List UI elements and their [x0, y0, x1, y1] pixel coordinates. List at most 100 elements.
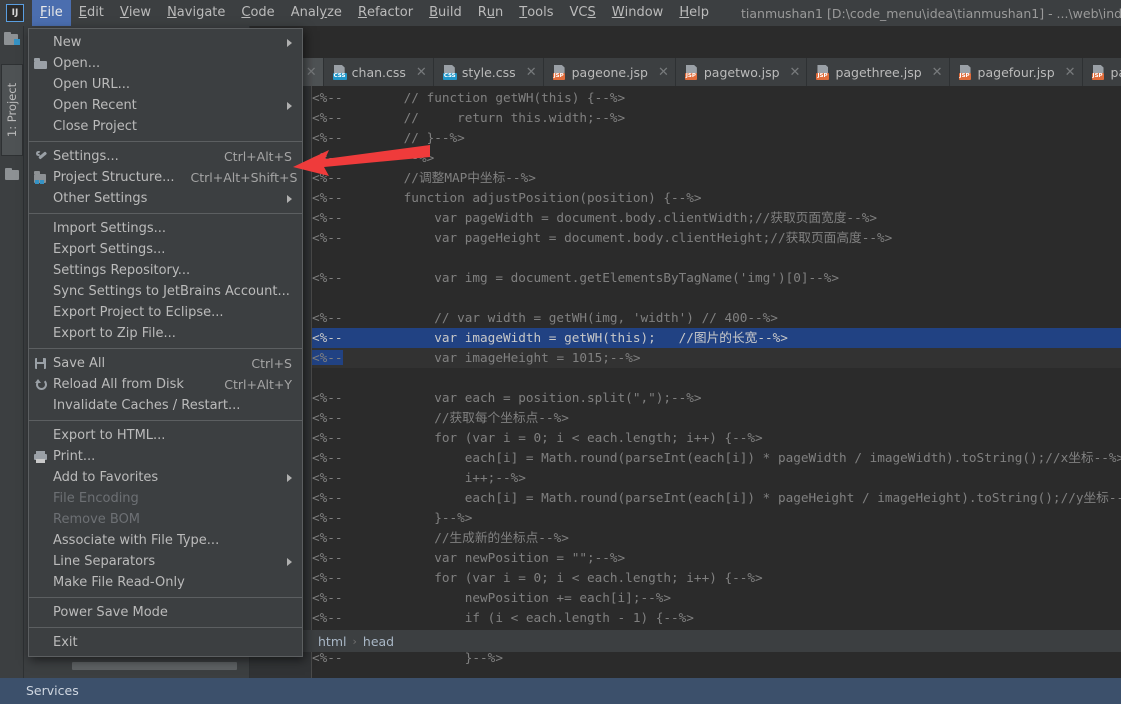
sidebar-item-project[interactable]: 1: Project [1, 64, 23, 156]
menu-bar-item-navigate[interactable]: Navigate [159, 0, 233, 26]
file-menu-item-new[interactable]: New [29, 32, 302, 53]
scrollbar-thumb[interactable] [72, 662, 237, 670]
code-line[interactable]: <%-- // return this.width;--%> [312, 108, 625, 128]
file-menu-item-sync-settings-to-jetbrains-account[interactable]: Sync Settings to JetBrains Account... [29, 281, 302, 302]
menu-bar-item-build[interactable]: Build [421, 0, 470, 26]
file-menu-item-label: Open Recent [53, 98, 137, 113]
code-line[interactable]: <%-- each[i] = Math.round(parseInt(each[… [312, 488, 1121, 508]
code-line[interactable]: <%-- i++;--%> [312, 468, 526, 488]
code-line[interactable]: <%-- for (var i = 0; i < each.length; i+… [312, 428, 763, 448]
file-menu-item-exit[interactable]: Exit [29, 632, 302, 653]
reload-icon [33, 378, 49, 392]
code-line[interactable]: <%-- --%> [312, 148, 434, 168]
code-line[interactable]: <%-- if (i < each.length - 1) {--%> [312, 608, 694, 628]
file-menu-item-settings[interactable]: Settings... Ctrl+Alt+S [29, 146, 302, 167]
menu-bar-item-refactor[interactable]: Refactor [350, 0, 421, 26]
code-line[interactable]: <%-- // }--%> [312, 128, 465, 148]
file-menu-item-open[interactable]: Open... [29, 53, 302, 74]
file-menu-item-open-recent[interactable]: Open Recent [29, 95, 302, 116]
close-icon[interactable]: ✕ [416, 66, 427, 79]
file-menu-item-other-settings[interactable]: Other Settings [29, 188, 302, 209]
code-line[interactable]: <%-- var each = position.split(",");--%> [312, 388, 702, 408]
file-menu-item-label: New [53, 35, 82, 50]
file-menu-item-open-url[interactable]: Open URL... [29, 74, 302, 95]
code-editor[interactable]: 71 72 73 <%-- // function getWH(this) {-… [250, 86, 1121, 690]
menu-bar-item-help[interactable]: Help [671, 0, 717, 26]
code-line[interactable]: <%-- // function getWH(this) {--%> [312, 88, 625, 108]
code-line[interactable]: <%-- var img = document.getElementsByTag… [312, 268, 839, 288]
menu-bar-item-edit[interactable]: Edit [71, 0, 112, 26]
menu-bar-item-view[interactable]: View [112, 0, 159, 26]
menu-bar-item-vcs[interactable]: VC S [562, 0, 604, 26]
close-icon[interactable]: ✕ [306, 66, 317, 79]
file-menu-item-line-separators[interactable]: Line Separators [29, 551, 302, 572]
file-menu-item-label: Invalidate Caches / Restart... [53, 398, 241, 413]
menu-bar-item-file[interactable]: File [32, 0, 71, 26]
menu-bar-item-analyze[interactable]: Anal y ze [283, 0, 350, 26]
code-line[interactable]: <%-- function adjustPosition(position) {… [312, 188, 702, 208]
file-menu-item-print[interactable]: Print... [29, 446, 302, 467]
file-menu-item-save-all[interactable]: Save All Ctrl+S [29, 353, 302, 374]
editor-tab-pagethree-jsp[interactable]: JSP pagethree.jsp ✕ [807, 58, 950, 86]
code-line[interactable]: <%-- //调整MAP中坐标--%> [312, 168, 536, 188]
menu-bar-item-run[interactable]: Run [470, 0, 512, 26]
file-menu-item-export-project-to-eclipse[interactable]: Export Project to Eclipse... [29, 302, 302, 323]
code-line[interactable]: <%-- //获取每个坐标点--%> [312, 408, 569, 428]
code-line[interactable]: <%-- var newPosition = "";--%> [312, 548, 625, 568]
status-bar: Services [0, 678, 1121, 704]
file-menu-item-make-file-read-only[interactable]: Make File Read-Only [29, 572, 302, 593]
file-menu-item-project-structure[interactable]: Project Structure... Ctrl+Alt+Shift+S [29, 167, 302, 188]
menu-bar-items: File Edit View Navigate Code Anal y ze Refactor B… [32, 0, 717, 26]
editor-tab-pageone-jsp[interactable]: JSP pageone.jsp ✕ [544, 58, 676, 86]
code-line[interactable]: <%-- //生成新的坐标点--%> [312, 528, 569, 548]
file-menu-item-export-to-zip-file[interactable]: Export to Zip File... [29, 323, 302, 344]
file-menu-item-add-to-favorites[interactable]: Add to Favorites [29, 467, 302, 488]
file-menu-item-import-settings[interactable]: Import Settings... [29, 218, 302, 239]
close-icon[interactable]: ✕ [658, 66, 669, 79]
editor-tab-pagefive[interactable]: JSP pagefive [1083, 58, 1121, 86]
file-menu-item-invalidate-caches-restart[interactable]: Invalidate Caches / Restart... [29, 395, 302, 416]
editor-tab-pagetwo-jsp[interactable]: JSP pagetwo.jsp ✕ [676, 58, 808, 86]
editor-tab-chan-css[interactable]: CSS chan.css ✕ [324, 58, 434, 86]
code-line[interactable]: <%-- }--%> [312, 508, 472, 528]
menu-bar-item-window[interactable]: Window [604, 0, 672, 26]
close-icon[interactable]: ✕ [526, 66, 537, 79]
code-line[interactable]: <%-- var pageWidth = document.body.clien… [312, 208, 877, 228]
file-menu-item-export-settings[interactable]: Export Settings... [29, 239, 302, 260]
code-line[interactable]: <%-- each[i] = Math.round(parseInt(each[… [312, 448, 1121, 468]
project-structure-icon [33, 170, 49, 185]
file-menu-item-file-encoding: File Encoding [29, 488, 302, 509]
file-menu-item-close-project[interactable]: Close Project [29, 116, 302, 137]
code-line[interactable]: <%-- var imageWidth = getWH(this); //图片的… [312, 328, 788, 348]
editor-tab-pagefour-jsp[interactable]: JSP pagefour.jsp ✕ [950, 58, 1083, 86]
file-menu-item-reload-all-from-disk[interactable]: Reload All from Disk Ctrl+Alt+Y [29, 374, 302, 395]
editor-tab-label: pagefive [1110, 64, 1121, 80]
project-view-icon[interactable] [4, 32, 20, 46]
left-tool-strip: 1: Project [0, 26, 31, 678]
file-menu-item-label: Exit [53, 635, 78, 650]
code-line[interactable]: <%-- var imageHeight = 1015;--%> [312, 348, 640, 368]
close-icon[interactable]: ✕ [790, 66, 801, 79]
code-line[interactable]: <%-- for (var i = 0; i < each.length; i+… [312, 568, 763, 588]
file-menu-item-associate-with-file-type[interactable]: Associate with File Type... [29, 530, 302, 551]
editor-tab-label: pagethree.jsp [835, 64, 922, 80]
code-line[interactable]: <%-- var pageHeight = document.body.clie… [312, 228, 892, 248]
close-icon[interactable]: ✕ [932, 66, 943, 79]
file-menu-item-power-save-mode[interactable]: Power Save Mode [29, 602, 302, 623]
code-line[interactable]: <%-- newPosition += each[i];--%> [312, 588, 671, 608]
menu-bar-item-tools[interactable]: Tools [511, 0, 561, 26]
menu-bar-item-code[interactable]: Code [233, 0, 282, 26]
breadcrumb-separator-icon: › [352, 634, 357, 648]
file-menu-item-export-to-html[interactable]: Export to HTML... [29, 425, 302, 446]
code-text[interactable]: <%-- // function getWH(this) {--%> <%-- /… [312, 86, 1121, 690]
breadcrumb-item-head[interactable]: head [363, 634, 394, 649]
breadcrumb-item-html[interactable]: html [318, 634, 346, 649]
project-horizontal-scrollbar[interactable] [72, 662, 237, 670]
menu-separator [29, 597, 302, 598]
close-icon[interactable]: ✕ [1065, 66, 1076, 79]
file-menu-item-settings-repository[interactable]: Settings Repository... [29, 260, 302, 281]
editor-tab-style-css[interactable]: CSS style.css ✕ [434, 58, 544, 86]
services-label[interactable]: Services [26, 683, 79, 698]
code-line[interactable]: <%-- // var width = getWH(img, 'width') … [312, 308, 778, 328]
folder-icon[interactable] [5, 168, 19, 180]
